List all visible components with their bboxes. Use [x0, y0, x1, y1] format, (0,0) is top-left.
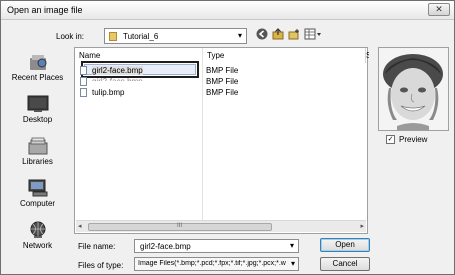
file-row[interactable]: girl2-face.bmp BMP File [77, 65, 367, 76]
look-in-label: Look in: [56, 32, 85, 41]
look-in-value: Tutorial_6 [123, 32, 159, 41]
file-name: girl2-face.bmp [92, 77, 143, 86]
column-header-label: Type [207, 51, 225, 60]
column-header-size[interactable]: S [366, 48, 369, 63]
place-desktop[interactable]: Desktop [5, 91, 70, 135]
scroll-left-icon[interactable]: ◂ [78, 222, 82, 230]
recent-places-icon [27, 53, 49, 71]
column-header-type[interactable]: Type [203, 48, 366, 63]
file-name-value: girl2-face.bmp [140, 242, 191, 251]
cancel-button-label: Cancel [332, 259, 358, 268]
up-folder-icon[interactable] [271, 28, 285, 42]
place-network[interactable]: Network [5, 217, 70, 261]
file-type: BMP File [206, 66, 239, 75]
scroll-right-icon[interactable]: ▸ [360, 222, 364, 230]
cancel-button[interactable]: Cancel [320, 257, 370, 271]
file-list[interactable]: Name Type S girl2-face.bmp BMP File girl… [74, 47, 369, 234]
open-file-dialog: Open an image file ✕ Look in: Tutorial_6… [0, 0, 455, 275]
bmp-file-icon [80, 66, 87, 75]
look-in-dropdown[interactable]: Tutorial_6 ▾ [104, 28, 247, 44]
place-label: Computer [19, 199, 56, 208]
close-button[interactable]: ✕ [428, 3, 450, 16]
place-label: Recent Places [11, 73, 64, 82]
column-header-label: S [366, 51, 369, 60]
file-name-input[interactable]: girl2-face.bmp ▾ [134, 239, 299, 253]
file-name-label: File name: [78, 242, 116, 251]
file-type-label: Files of type: [78, 261, 124, 270]
scrollbar-thumb[interactable]: III [88, 223, 272, 231]
computer-icon [27, 179, 49, 197]
desktop-icon [27, 95, 49, 113]
place-label: Desktop [22, 115, 53, 124]
file-type: BMP File [206, 88, 239, 97]
scrollbar-grip: III [177, 223, 183, 229]
bmp-file-icon [80, 77, 87, 86]
open-button[interactable]: Open [320, 238, 370, 252]
preview-checkbox[interactable]: ✓ [386, 135, 395, 144]
column-header-label: Name [79, 51, 101, 60]
libraries-icon [27, 137, 49, 155]
file-type: BMP File [206, 77, 239, 86]
dialog-title: Open an image file [7, 5, 83, 15]
image-preview [378, 47, 449, 131]
place-label: Libraries [22, 157, 53, 166]
checkmark-icon: ✓ [387, 136, 394, 143]
file-type-select[interactable]: Image Files(*.bmp;*.pcd;*.fpx;*.tif;*.jp… [134, 257, 299, 271]
place-libraries[interactable]: Libraries [5, 133, 70, 177]
places-bar: Recent Places Desktop Libraries Computer… [5, 47, 70, 259]
back-icon[interactable] [255, 28, 269, 42]
chevron-down-icon[interactable]: ▾ [290, 241, 294, 250]
file-name: tulip.bmp [92, 88, 125, 97]
chevron-down-icon: ▾ [290, 259, 295, 268]
preview-label: Preview [399, 135, 428, 144]
title-bar: Open an image file ✕ [1, 1, 454, 20]
place-label: Network [22, 241, 53, 250]
file-row[interactable]: tulip.bmp BMP File [77, 87, 367, 98]
bmp-file-icon [80, 88, 87, 97]
place-computer[interactable]: Computer [5, 175, 70, 219]
preview-image [379, 48, 448, 130]
file-type-value: Image Files(*.bmp;*.pcd;*.fpx;*.tif;*.jp… [138, 260, 286, 267]
folder-icon [109, 32, 117, 41]
open-button-label: Open [335, 240, 355, 249]
view-menu-icon[interactable] [303, 28, 323, 42]
file-name: girl2-face.bmp [92, 66, 143, 75]
place-recent-places[interactable]: Recent Places [5, 49, 70, 93]
file-row[interactable]: girl2-face.bmp BMP File [77, 76, 367, 87]
new-folder-icon[interactable] [287, 28, 301, 42]
horizontal-scrollbar[interactable]: ◂ III ▸ [76, 220, 366, 232]
chevron-down-icon: ▾ [237, 31, 242, 40]
network-icon [27, 221, 49, 239]
close-icon: ✕ [435, 4, 443, 14]
